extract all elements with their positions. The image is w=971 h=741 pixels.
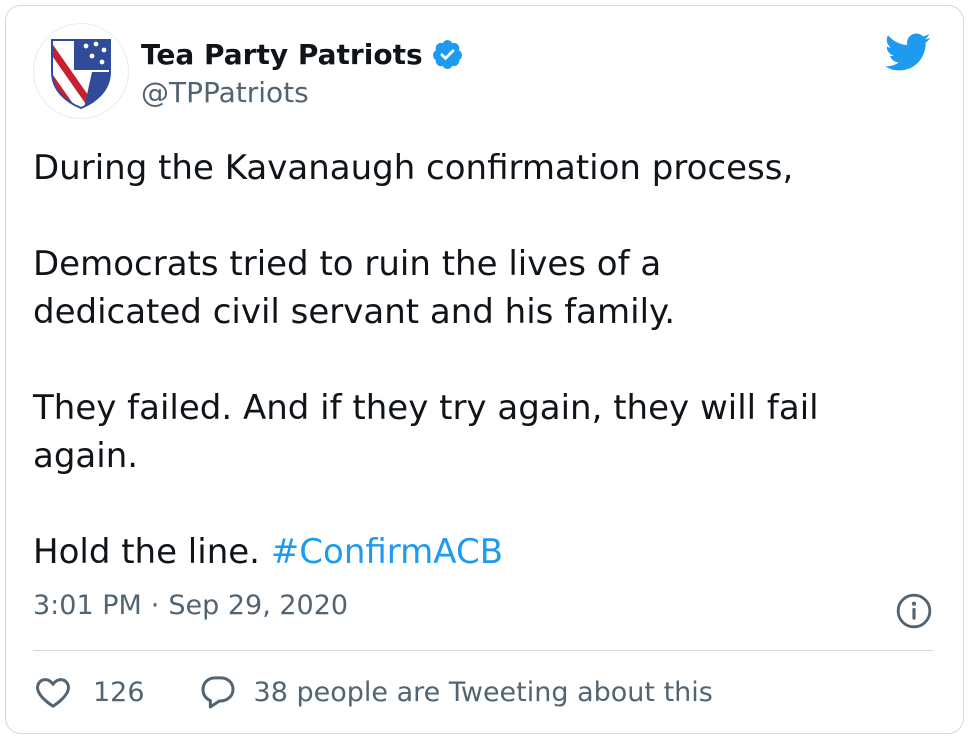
tweet-paragraph: They failed. And if they try again, they…	[33, 388, 830, 476]
verified-badge-icon	[431, 38, 464, 71]
tweet-paragraph: Democrats tried to ruin the lives of a d…	[33, 244, 676, 332]
like-count[interactable]: 126	[93, 677, 145, 708]
discussion-link[interactable]: 38 people are Tweeting about this	[198, 672, 713, 712]
divider	[33, 650, 933, 651]
tweet-last-line-text: Hold the line.	[33, 532, 260, 572]
timestamp-separator: ·	[150, 590, 160, 621]
tweet-date[interactable]: Sep 29, 2020	[168, 590, 348, 621]
tweet-text: During the Kavanaugh confirmation proces…	[33, 144, 933, 576]
info-icon[interactable]	[895, 592, 933, 630]
display-name[interactable]: Tea Party Patriots	[141, 38, 423, 71]
twitter-bird-icon[interactable]	[883, 28, 931, 76]
tweet-actions: 126 38 people are Tweeting about this	[33, 668, 713, 716]
author-handle[interactable]: @TPPatriots	[141, 76, 309, 109]
tweet-time[interactable]: 3:01 PM	[33, 590, 142, 621]
discussion-label[interactable]: 38 people are Tweeting about this	[254, 677, 713, 708]
hashtag-link[interactable]: #ConfirmACB	[271, 532, 503, 572]
tweet-timestamp[interactable]: 3:01 PM · Sep 29, 2020	[33, 590, 348, 621]
tweet-last-line: Hold the line. #ConfirmACB	[33, 528, 933, 576]
author-name-row[interactable]: Tea Party Patriots	[141, 34, 464, 74]
avatar[interactable]	[33, 23, 129, 119]
tweet-paragraph: During the Kavanaugh confirmation proces…	[33, 148, 794, 188]
speech-bubble-icon[interactable]	[198, 672, 238, 712]
like-button[interactable]: 126	[33, 672, 145, 712]
shield-flag-icon	[51, 39, 111, 110]
heart-icon[interactable]	[33, 672, 73, 712]
